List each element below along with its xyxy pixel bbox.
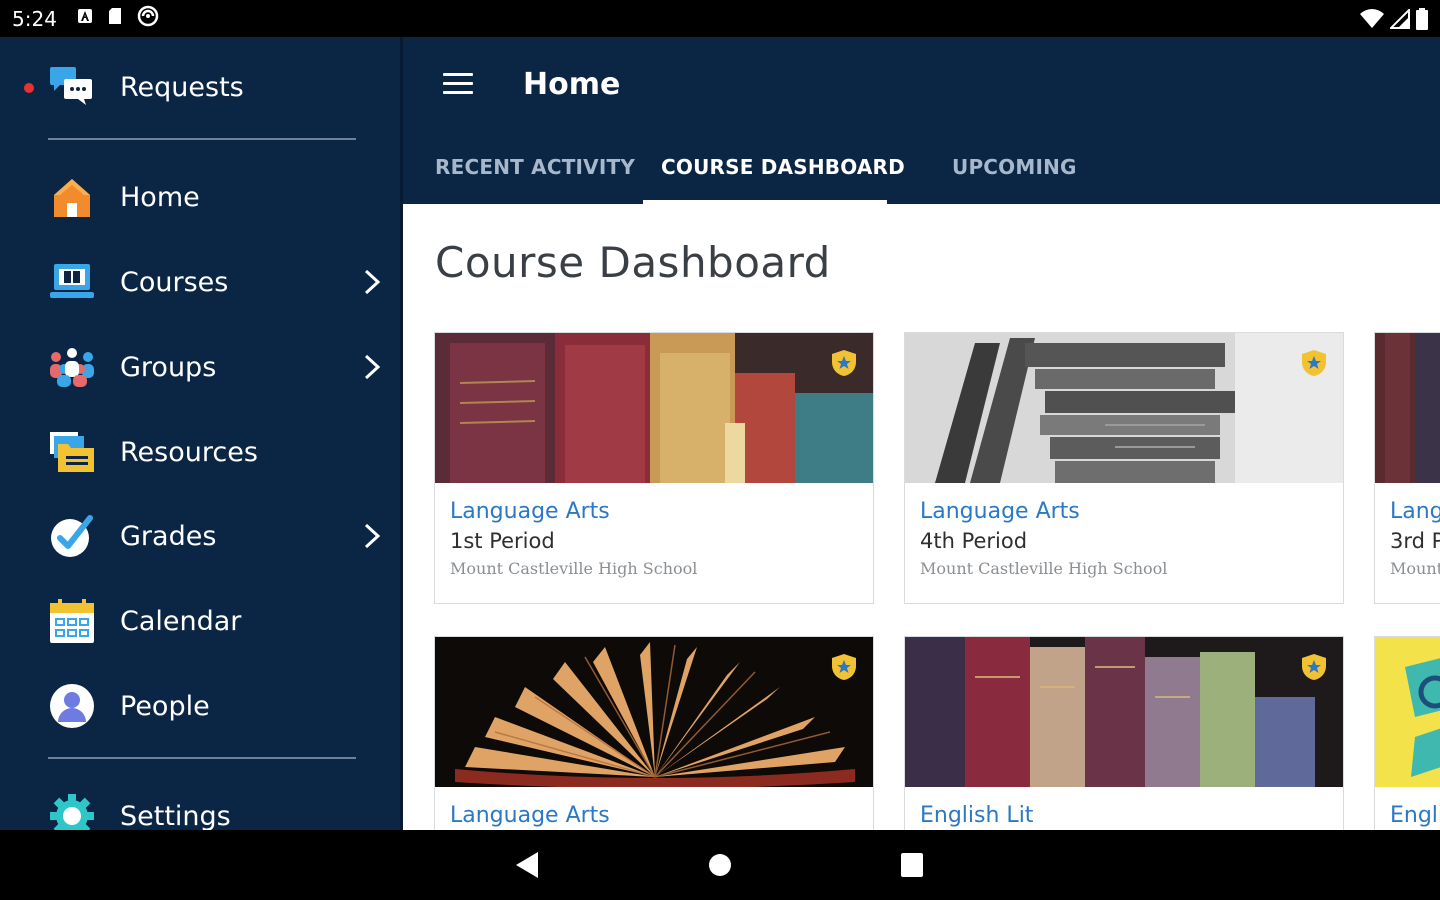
course-cover-image (905, 333, 1343, 483)
drawer-item-calendar[interactable]: Calendar (0, 583, 400, 659)
tab-upcoming[interactable]: UPCOMING (952, 155, 1077, 179)
badge-shield-icon (831, 349, 857, 382)
courses-laptop-icon (48, 258, 96, 306)
chevron-right-icon[interactable] (358, 521, 384, 551)
course-card[interactable]: English (1374, 636, 1440, 830)
course-card[interactable]: Language Arts (434, 636, 874, 830)
drawer-item-people[interactable]: People (0, 668, 400, 744)
drawer-item-label: Grades (120, 520, 217, 552)
navigation-drawer: Requests Home Courses Groups Resources G… (0, 37, 400, 830)
chevron-right-icon[interactable] (358, 267, 384, 297)
notification-a-icon (77, 8, 93, 29)
drawer-item-label: Calendar (120, 605, 242, 637)
requests-chat-icon (48, 63, 96, 111)
drawer-item-resources[interactable]: Resources (0, 414, 400, 490)
section-heading: Course Dashboard (435, 238, 831, 287)
drawer-item-home[interactable]: Home (0, 159, 400, 235)
grades-check-icon (48, 512, 96, 560)
course-school: Mount Castleville High School (920, 559, 1168, 578)
drawer-item-label: Resources (120, 436, 258, 468)
drawer-item-settings[interactable]: Settings (0, 778, 400, 830)
home-circle-icon[interactable] (703, 848, 737, 882)
course-card[interactable]: Language Arts 1st Period Mount Castlevil… (434, 332, 874, 604)
course-period: 3rd Period (1390, 529, 1440, 553)
course-card[interactable]: English Lit (904, 636, 1344, 830)
course-school: Mount Castleville High School (450, 559, 698, 578)
status-bar: 5:24 (0, 0, 1440, 37)
wifi-icon (1360, 9, 1384, 34)
drawer-item-label: Courses (120, 266, 229, 298)
hamburger-menu-icon[interactable] (443, 73, 473, 97)
recents-square-icon[interactable] (895, 848, 929, 882)
course-subject-link[interactable]: Language Arts (450, 499, 610, 524)
course-subject-link[interactable]: Language Arts (450, 803, 610, 828)
settings-gear-icon (48, 792, 96, 830)
drawer-divider (48, 138, 356, 140)
status-time: 5:24 (12, 6, 57, 31)
people-person-icon (48, 682, 96, 730)
drawer-item-courses[interactable]: Courses (0, 244, 400, 320)
course-subject-link[interactable]: English (1390, 803, 1440, 828)
drawer-item-label: Home (120, 181, 200, 213)
course-cover-image (1375, 637, 1440, 787)
tab-course-dashboard[interactable]: COURSE DASHBOARD (661, 155, 905, 179)
groups-people-icon (48, 343, 96, 391)
drawer-item-groups[interactable]: Groups (0, 329, 400, 405)
course-subject-link[interactable]: Language Arts (1390, 499, 1440, 524)
course-school: Mount Castleville High School (1390, 559, 1440, 578)
badge-shield-icon (831, 653, 857, 686)
drawer-item-label: Groups (120, 351, 217, 383)
sd-card-icon (107, 7, 123, 30)
calendar-icon (48, 597, 96, 645)
notification-dot (24, 83, 34, 93)
drawer-item-label: Settings (120, 800, 231, 831)
tab-recent-activity[interactable]: RECENT ACTIVITY (435, 155, 635, 179)
resources-folder-icon (48, 428, 96, 476)
main-content: Course Dashboard Language Arts 1st Perio… (403, 204, 1440, 830)
course-subject-link[interactable]: Language Arts (920, 499, 1080, 524)
course-period: 4th Period (920, 529, 1028, 553)
battery-icon (1416, 8, 1428, 35)
course-subject-link[interactable]: English Lit (920, 803, 1033, 828)
drawer-item-grades[interactable]: Grades (0, 498, 400, 574)
home-icon (48, 173, 96, 221)
drawer-item-requests[interactable]: Requests (0, 49, 400, 125)
app-bar: Home RECENT ACTIVITY COURSE DASHBOARD UP… (403, 37, 1440, 204)
course-card[interactable]: Language Arts 3rd Period Mount Castlevil… (1374, 332, 1440, 604)
back-triangle-icon[interactable] (510, 848, 544, 882)
page-title: Home (523, 67, 621, 102)
course-cover-image (905, 637, 1343, 787)
course-card[interactable]: Language Arts 4th Period Mount Castlevil… (904, 332, 1344, 604)
badge-shield-icon (1301, 653, 1327, 686)
sync-icon (137, 5, 159, 32)
course-cover-image (435, 333, 873, 483)
chevron-right-icon[interactable] (358, 352, 384, 382)
system-navigation-bar (0, 830, 1440, 900)
drawer-divider (48, 757, 356, 759)
course-cover-image (435, 637, 873, 787)
badge-shield-icon (1301, 349, 1327, 382)
course-cover-image (1375, 333, 1440, 483)
drawer-item-label: People (120, 690, 210, 722)
course-period: 1st Period (450, 529, 555, 553)
drawer-item-label: Requests (120, 71, 244, 103)
cell-signal-icon (1388, 7, 1410, 34)
